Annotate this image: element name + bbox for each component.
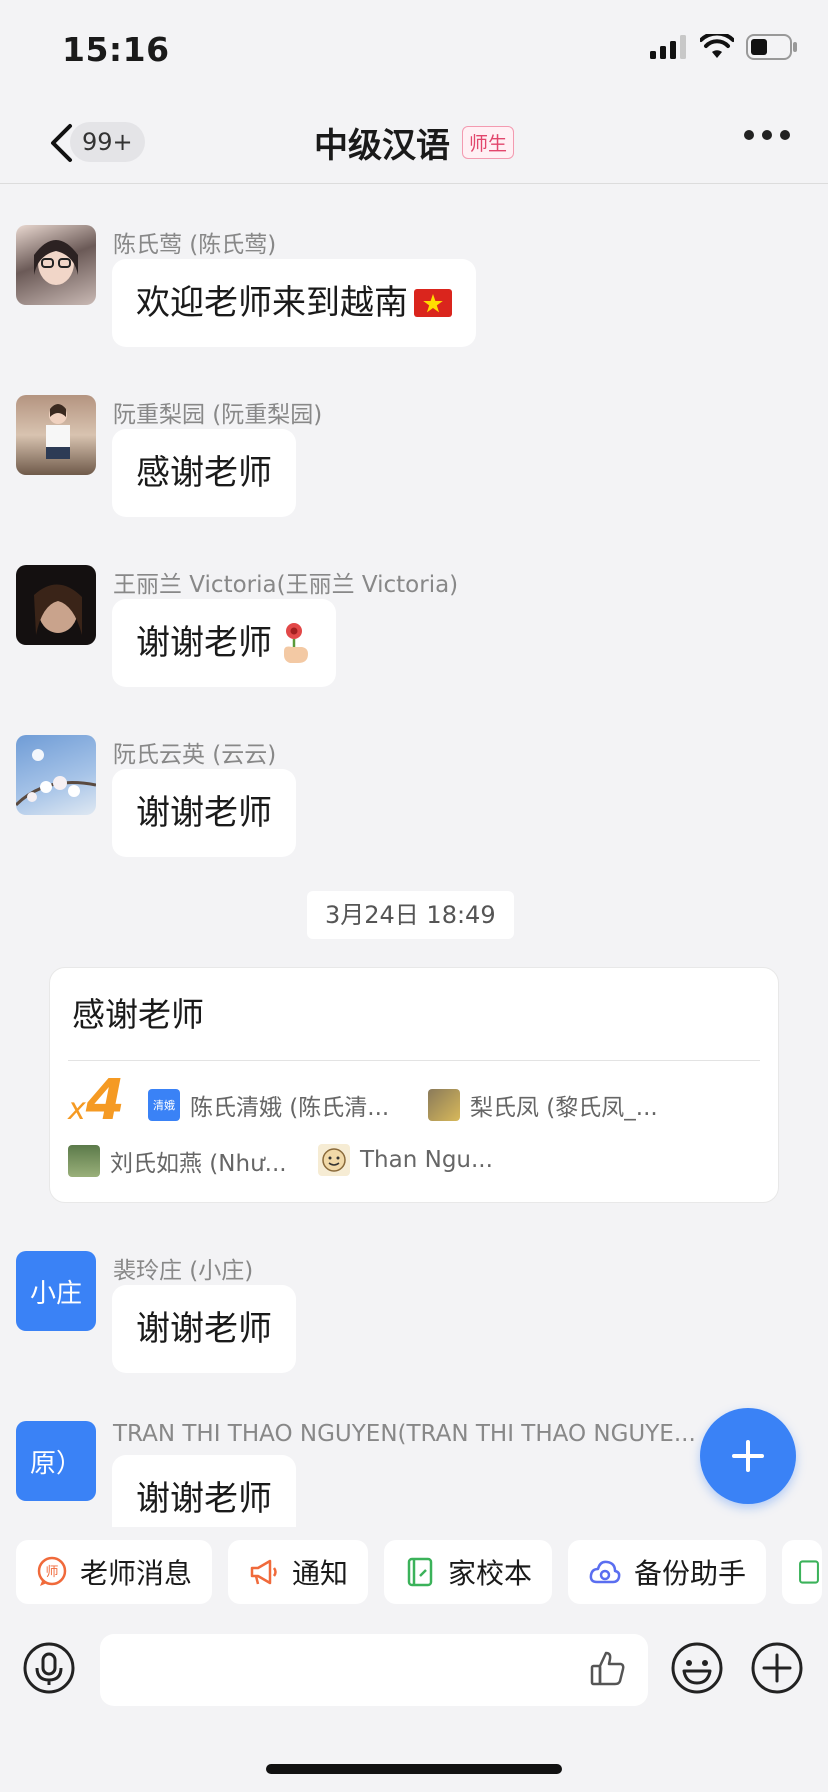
more-dot-icon [762, 130, 772, 140]
like-button[interactable] [588, 1648, 628, 1688]
avatar[interactable] [16, 395, 96, 475]
plus-one-text: 感谢老师 [72, 995, 204, 1034]
add-fab-button[interactable] [700, 1408, 796, 1504]
page-title: 中级汉语 [313, 126, 450, 166]
plus-one-count: x4 [68, 1068, 125, 1133]
message-text: 谢谢老师 [136, 1479, 272, 1519]
status-icons [650, 34, 798, 60]
message-text: 感谢老师 [136, 453, 272, 493]
notebook-icon [407, 1557, 433, 1587]
voter-item[interactable]: 梨氏凤 (黎氏凤_... [428, 1088, 658, 1122]
voter-avatar [428, 1089, 460, 1121]
voter-item[interactable]: Than Ngu... [318, 1144, 493, 1176]
group-type-tag: 师生 [461, 126, 514, 159]
message-bubble[interactable]: 谢谢老师 [112, 1285, 296, 1373]
avatar[interactable] [16, 225, 96, 305]
message-bubble[interactable]: 谢谢老师 [112, 769, 296, 857]
avatar-photo [16, 749, 96, 807]
nav-bar: 99+ 中级汉语 师生 [0, 100, 828, 184]
sender-name: 陈氏莺 (陈氏莺) [113, 232, 277, 258]
quick-action-more-partial[interactable] [782, 1540, 823, 1604]
vietnam-flag-icon [414, 289, 452, 317]
message-text: 谢谢老师 [136, 623, 272, 663]
teacher-message-icon: 师 [37, 1556, 67, 1586]
message-bubble[interactable]: 感谢老师 [112, 429, 296, 517]
sender-name: 王丽兰 Victoria(王丽兰 Victoria) [113, 572, 459, 598]
quick-action-notice[interactable]: 通知 [228, 1540, 369, 1604]
emoji-button[interactable] [670, 1641, 724, 1695]
voice-input-button[interactable] [22, 1641, 76, 1695]
message-text: 谢谢老师 [136, 793, 272, 833]
message-input[interactable] [100, 1634, 648, 1706]
message-bubble[interactable]: 谢谢老师 [112, 599, 336, 687]
voter-name: 刘氏如燕 (Như... [110, 1151, 287, 1177]
status-bar: 15:16 [0, 0, 828, 100]
voter-name: 陈氏清娥 (陈氏清... [190, 1095, 390, 1121]
avatar-text: 小庄 [29, 1278, 82, 1309]
voter-item[interactable]: 清娥 陈氏清娥 (陈氏清... [148, 1088, 389, 1122]
title-wrap: 中级汉语 师生 [0, 118, 828, 167]
voter-name: 梨氏凤 (黎氏凤_... [470, 1095, 658, 1121]
voter-name: Than Ngu... [360, 1147, 493, 1173]
quick-actions-bar: 师 老师消息 通知 家校本 备份助手 [16, 1540, 823, 1604]
avatar[interactable] [16, 565, 96, 645]
time-divider: 3月24日 18:49 [307, 891, 514, 939]
message-text: 欢迎老师来到越南 [136, 283, 408, 323]
more-dot-icon [744, 130, 754, 140]
message-bubble[interactable]: 谢谢老师 [112, 1455, 296, 1527]
quick-action-backup[interactable]: 备份助手 [568, 1540, 767, 1604]
voter-avatar: 清娥 [148, 1089, 180, 1121]
battery-icon [746, 34, 797, 60]
smiley-avatar-icon [322, 1148, 346, 1172]
svg-text:师: 师 [45, 1565, 58, 1580]
quick-action-label: 通知 [292, 1557, 349, 1590]
quick-action-teacher-message[interactable]: 师 老师消息 [16, 1540, 213, 1604]
notebook-icon [799, 1560, 820, 1584]
avatar-text: 原） [29, 1448, 82, 1479]
quick-action-label: 老师消息 [80, 1557, 193, 1590]
sender-name: 阮氏云英 (云云) [113, 742, 277, 768]
more-dot-icon [780, 130, 790, 140]
avatar[interactable]: 原） [16, 1421, 96, 1501]
voter-item[interactable]: 刘氏如燕 (Như... [68, 1144, 287, 1178]
avatar[interactable] [16, 735, 96, 815]
sender-name: 裴玲庄 (小庄) [113, 1258, 254, 1284]
signal-icon [650, 35, 686, 59]
rose-icon [284, 623, 308, 663]
quick-action-label: 备份助手 [634, 1557, 747, 1590]
avatar-photo [46, 404, 70, 459]
quick-action-homework[interactable]: 家校本 [384, 1540, 553, 1604]
voter-avatar [68, 1145, 100, 1177]
card-divider [68, 1060, 760, 1061]
avatar[interactable]: 小庄 [16, 1251, 96, 1331]
megaphone-icon [250, 1559, 277, 1585]
chat-area[interactable]: 陈氏莺 (陈氏莺) 欢迎老师来到越南 阮重梨园 (阮重梨园) 感谢老师 王丽兰 … [0, 185, 828, 1527]
cloud-backup-icon [589, 1560, 621, 1584]
message-bubble[interactable]: 欢迎老师来到越南 [112, 259, 476, 347]
sender-name: 阮重梨园 (阮重梨园) [113, 402, 323, 428]
status-time: 15:16 [62, 30, 170, 69]
plus-one-number: 4 [85, 1068, 125, 1133]
input-bar [0, 1630, 828, 1740]
attach-plus-button[interactable] [750, 1641, 804, 1695]
plus-icon [732, 1440, 764, 1472]
home-indicator [266, 1764, 562, 1774]
avatar-photo [34, 240, 78, 285]
avatar-photo [34, 584, 82, 635]
sender-name: TRAN THI THAO NGUYEN(TRAN THI THAO NGUYE… [113, 1421, 696, 1447]
voter-avatar [318, 1144, 350, 1176]
quick-action-label: 家校本 [448, 1557, 533, 1590]
wifi-icon [700, 34, 734, 58]
plus-one-x: x [68, 1092, 86, 1127]
plus-one-card[interactable]: 感谢老师 x4 清娥 陈氏清娥 (陈氏清... 梨氏凤 (黎氏凤_... 刘氏如… [49, 967, 779, 1203]
message-text: 谢谢老师 [136, 1309, 272, 1349]
more-button[interactable] [744, 130, 790, 140]
